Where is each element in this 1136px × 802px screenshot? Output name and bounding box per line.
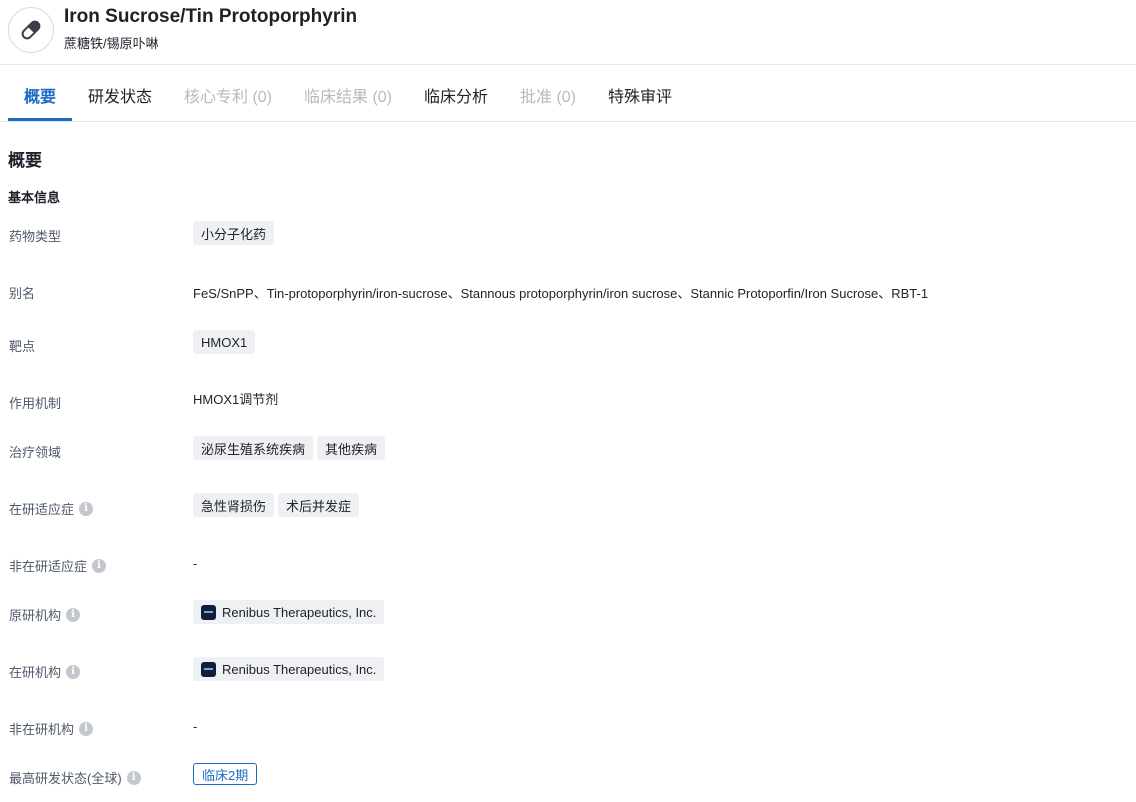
tab-bar: 概要 研发状态 核心专利 (0) 临床结果 (0) 临床分析 批准 (0) 特殊… — [0, 65, 1136, 122]
target-chip[interactable]: HMOX1 — [193, 330, 256, 354]
highest-phase-label: 最高研发状态(全球) i — [9, 768, 141, 787]
therapeutic-area-label: 治疗领域 — [9, 445, 62, 460]
target-label: 靶点 — [9, 339, 36, 354]
therapeutic-area-value: 泌尿生殖系统疾病 其他疾病 — [193, 436, 389, 460]
drug-title: Iron Sucrose/Tin Protoporphyrin — [64, 6, 358, 27]
highest-phase-value: 临床2期 — [193, 763, 258, 785]
organization-chip[interactable]: Renibus Therapeutics, Inc. — [193, 600, 385, 624]
inactive-org-value: - — [193, 719, 198, 734]
tab-overview[interactable]: 概要 — [24, 83, 56, 107]
tab-core-patents[interactable]: 核心专利 (0) — [184, 83, 272, 107]
tab-clinical-results[interactable]: 临床结果 (0) — [304, 83, 392, 107]
drug-type-value: 小分子化药 — [193, 221, 278, 245]
active-tab-indicator — [8, 118, 72, 121]
info-icon[interactable]: i — [79, 721, 94, 736]
drug-subtitle: 蔗糖铁/锡原卟啉 — [64, 36, 159, 51]
aliases-value: FeS/SnPP、Tin-protoporphyrin/iron-sucrose… — [193, 286, 929, 301]
tab-approvals[interactable]: 批准 (0) — [520, 83, 576, 107]
tab-special-review[interactable]: 特殊审评 — [608, 83, 672, 107]
active-indication-value: 急性肾损伤 术后并发症 — [193, 493, 363, 517]
info-icon[interactable]: i — [126, 770, 141, 785]
info-icon[interactable]: i — [66, 607, 81, 622]
info-icon[interactable]: i — [92, 558, 107, 573]
therapeutic-area-chip[interactable]: 其他疾病 — [317, 436, 386, 460]
aliases-label: 别名 — [9, 286, 36, 301]
indication-chip[interactable]: 术后并发症 — [278, 493, 360, 517]
mechanism-value: HMOX1调节剂 — [193, 392, 279, 407]
target-value: HMOX1 — [193, 330, 259, 354]
inactive-org-label: 非在研机构 i — [9, 719, 94, 738]
basic-info-title: 基本信息 — [8, 190, 61, 205]
originator-label: 原研机构 i — [9, 605, 81, 624]
active-org-value: Renibus Therapeutics, Inc. — [193, 657, 388, 681]
active-indication-label: 在研适应症 i — [9, 499, 94, 518]
tab-rd-status[interactable]: 研发状态 — [88, 83, 152, 107]
mechanism-label: 作用机制 — [9, 396, 62, 411]
phase-status-tag[interactable]: 临床2期 — [193, 763, 258, 785]
organization-logo-icon — [201, 661, 216, 677]
organization-chip[interactable]: Renibus Therapeutics, Inc. — [193, 657, 385, 681]
originator-value: Renibus Therapeutics, Inc. — [193, 600, 388, 624]
organization-logo-icon — [201, 604, 216, 620]
drug-type-chip: 小分子化药 — [193, 221, 275, 245]
pill-icon — [8, 7, 54, 53]
drug-header: Iron Sucrose/Tin Protoporphyrin 蔗糖铁/锡原卟啉 — [0, 0, 1136, 65]
active-org-label: 在研机构 i — [9, 662, 81, 681]
organization-name: Renibus Therapeutics, Inc. — [222, 604, 377, 620]
drug-type-label: 药物类型 — [9, 229, 62, 244]
therapeutic-area-chip[interactable]: 泌尿生殖系统疾病 — [193, 436, 314, 460]
inactive-indication-label: 非在研适应症 i — [9, 556, 107, 575]
organization-name: Renibus Therapeutics, Inc. — [222, 661, 377, 677]
indication-chip[interactable]: 急性肾损伤 — [193, 493, 275, 517]
info-icon[interactable]: i — [79, 501, 94, 516]
inactive-indication-value: - — [193, 556, 198, 571]
section-title: 概要 — [8, 151, 42, 170]
tab-clinical-analysis[interactable]: 临床分析 — [424, 83, 488, 107]
info-icon[interactable]: i — [66, 664, 81, 679]
